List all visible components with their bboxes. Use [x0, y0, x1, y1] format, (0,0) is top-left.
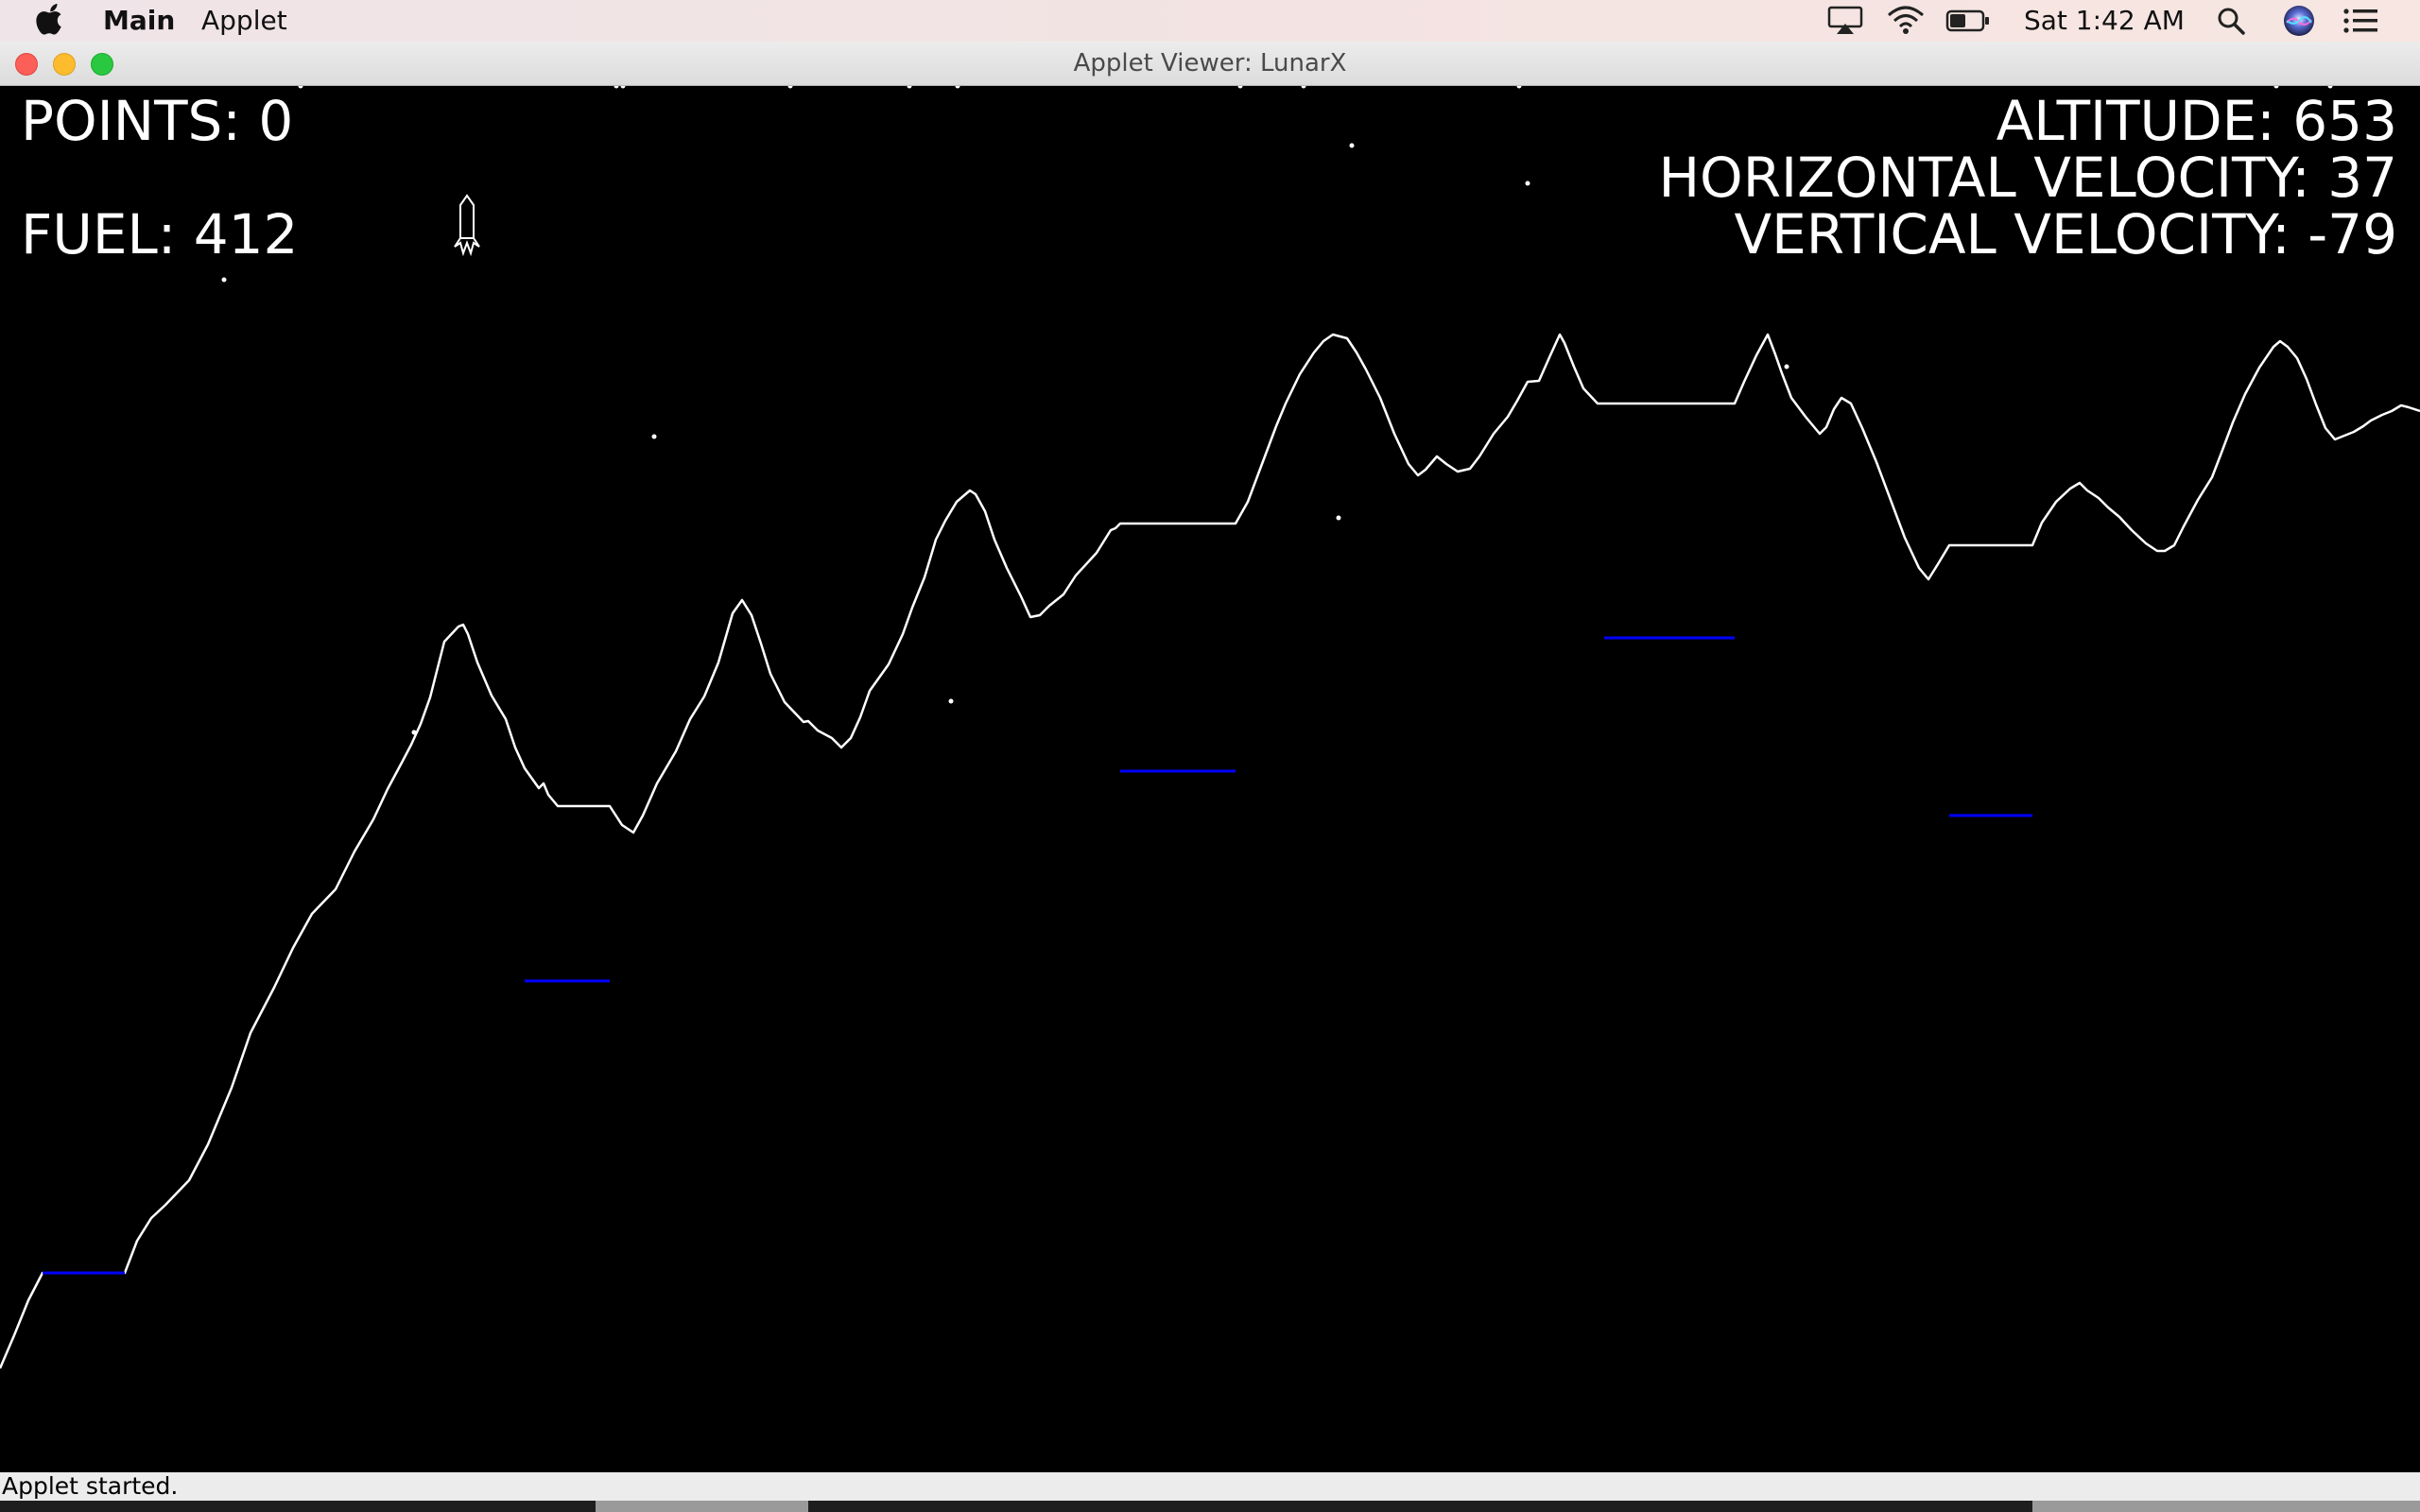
lunar-lander-ship: [454, 194, 480, 257]
star: [651, 434, 657, 439]
star: [221, 277, 227, 283]
window-title: Applet Viewer: LunarX: [1073, 49, 1347, 77]
star: [1525, 180, 1530, 186]
star: [787, 86, 793, 89]
horizontal-velocity-display: HORIZONTAL VELOCITY: 37: [1658, 146, 2397, 210]
status-text: Applet started.: [2, 1472, 179, 1500]
vertical-velocity-display: VERTICAL VELOCITY: -79: [1734, 202, 2397, 266]
game-canvas[interactable]: POINTS: 0 FUEL: 412 ALTITUDE: 653 HORIZO…: [0, 86, 2420, 1472]
desktop-strip: [0, 1501, 2420, 1512]
lunar-terrain: [0, 333, 2420, 1369]
star: [1336, 515, 1341, 521]
menu-clock[interactable]: Sat 1:42 AM: [2024, 4, 2185, 38]
desktop-segment: [2032, 1501, 2420, 1512]
spotlight-search-icon[interactable]: [2216, 6, 2246, 43]
star: [1301, 86, 1306, 89]
window-zoom-button[interactable]: [91, 53, 113, 76]
star: [1349, 143, 1355, 148]
menu-app-name[interactable]: Main: [103, 4, 175, 38]
landing-pads: [43, 636, 2032, 1275]
star: [1784, 364, 1789, 369]
menu-applet[interactable]: Applet: [201, 4, 287, 38]
star: [1516, 86, 1522, 89]
star: [614, 86, 619, 89]
window-close-button[interactable]: [15, 53, 38, 76]
star: [1237, 86, 1243, 89]
siri-icon[interactable]: [2282, 4, 2316, 44]
fuel-display: FUEL: 412: [21, 202, 299, 266]
wifi-icon[interactable]: [1887, 6, 1925, 43]
airplay-icon[interactable]: [1827, 6, 1863, 43]
star: [298, 86, 303, 89]
battery-icon[interactable]: [1945, 6, 1991, 43]
star: [948, 698, 954, 704]
desktop-segment: [596, 1501, 808, 1512]
star: [955, 86, 960, 89]
window-title-bar[interactable]: Applet Viewer: LunarX: [0, 42, 2420, 86]
altitude-display: ALTITUDE: 653: [1996, 89, 2397, 153]
star: [907, 86, 912, 89]
points-display: POINTS: 0: [21, 89, 294, 153]
game-scene: [0, 86, 2420, 1369]
apple-menu-icon[interactable]: [36, 4, 64, 44]
notification-center-icon[interactable]: [2342, 6, 2378, 43]
window-minimize-button[interactable]: [53, 53, 76, 76]
star: [620, 86, 626, 89]
applet-status-bar: Applet started.: [0, 1472, 2420, 1501]
menu-bar: Main Applet Sat 1:42 AM: [0, 0, 2420, 42]
